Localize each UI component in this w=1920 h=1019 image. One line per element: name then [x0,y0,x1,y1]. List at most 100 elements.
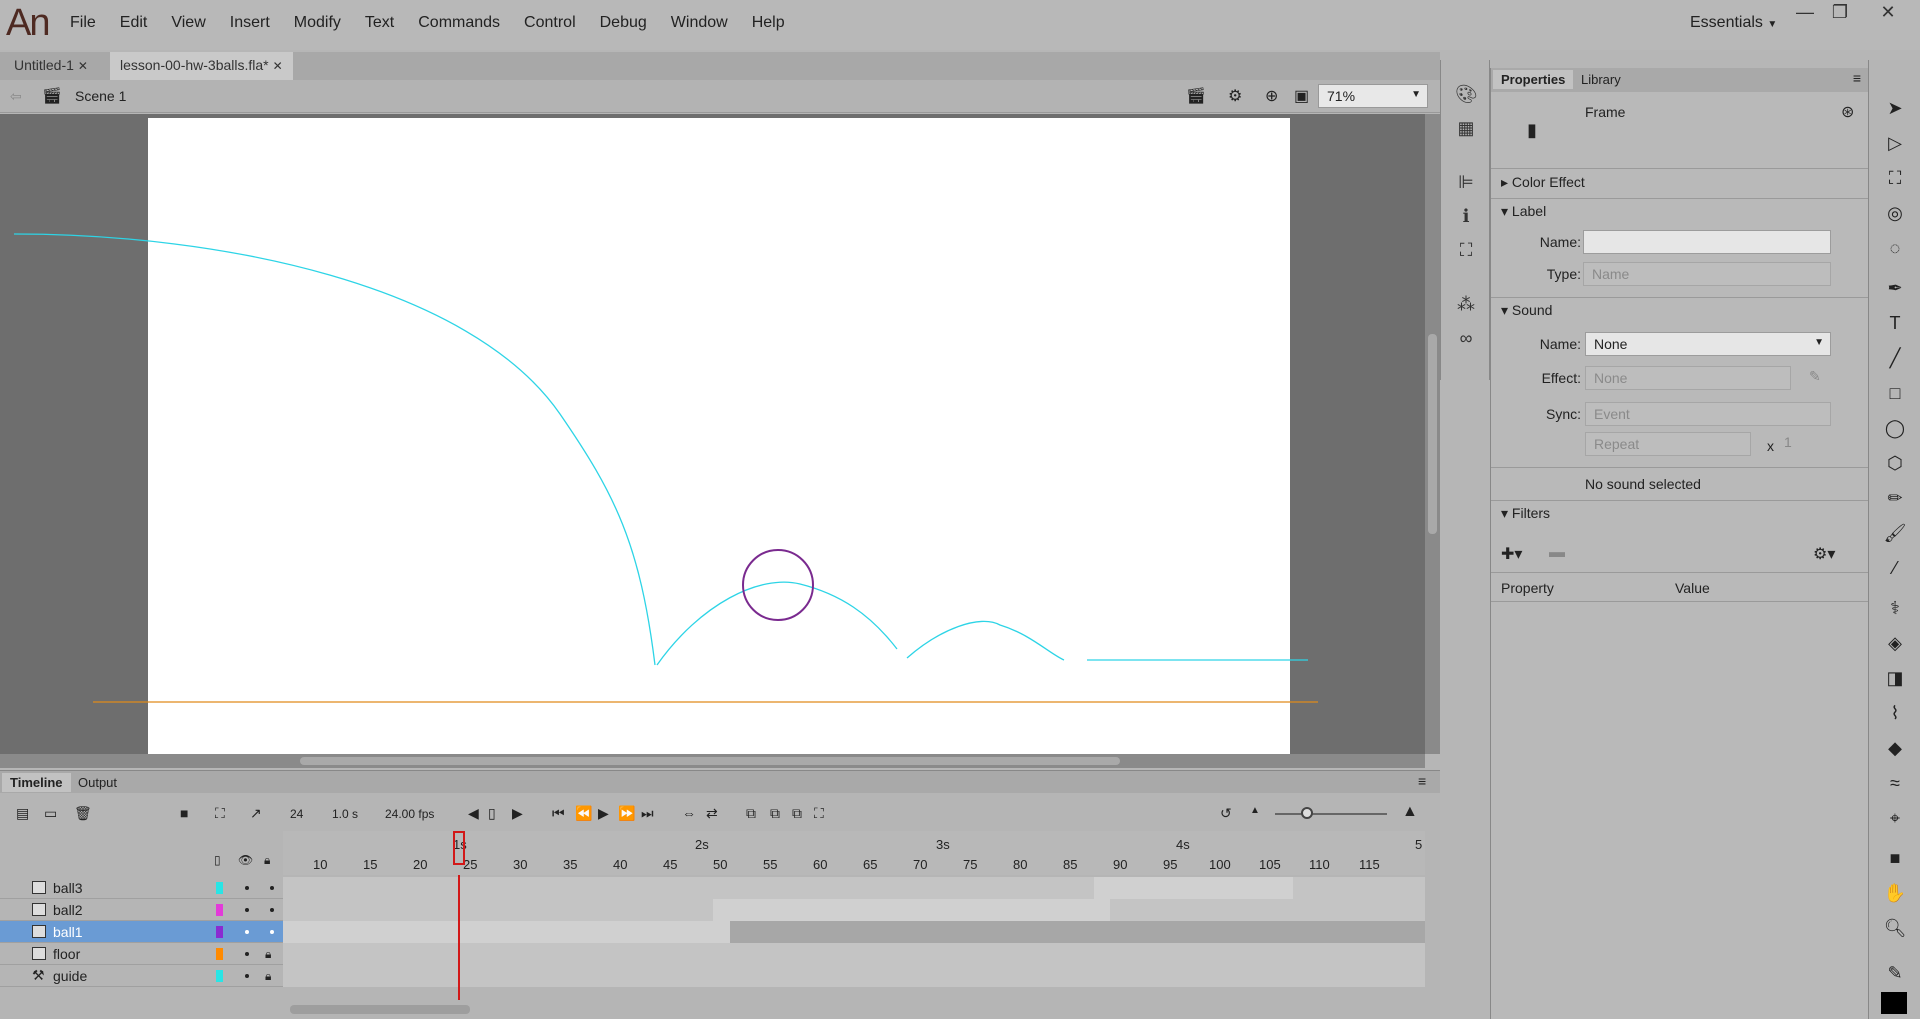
text-tool-icon[interactable]: T [1883,313,1907,337]
edit-symbol-icon[interactable]: ⚙ [1228,86,1242,106]
lock-dot[interactable] [270,886,274,890]
frame-row-guide[interactable] [283,965,1425,987]
lock-icon[interactable]: 🔒︎ [265,969,271,984]
subselection-tool-icon[interactable]: ▷ [1883,133,1907,157]
gear-icon[interactable]: ⚙▾ [1813,544,1835,564]
panel-menu-icon[interactable]: ≡ [1853,70,1861,86]
current-frame[interactable]: 24 [290,807,303,821]
workspace-switcher[interactable]: Essentials ▼ [1690,14,1777,32]
remove-filter-icon[interactable]: ▬ [1549,544,1565,562]
new-folder-icon[interactable]: ▭ [44,805,57,822]
layer-color-swatch[interactable] [216,882,223,894]
step-forward-icon[interactable]: ⏩ [618,805,635,822]
section-label[interactable]: ▾ Label [1501,203,1546,220]
rectangle-tool-icon[interactable]: □ [1883,383,1907,407]
layer-name[interactable]: floor [53,946,80,962]
playhead[interactable] [458,875,460,1000]
horizontal-scrollbar[interactable] [0,754,1425,768]
edit-multiple-icon[interactable]: ⧉ [792,805,802,822]
align-icon[interactable]: ⊫ [1455,172,1477,194]
panel-menu-icon[interactable]: ≡ [1418,773,1426,789]
lock-dot[interactable] [270,908,274,912]
layer-name[interactable]: ball2 [53,902,83,918]
stroke-color-icon[interactable]: ✎ [1883,963,1907,987]
menu-debug[interactable]: Debug [600,14,647,32]
layer-name[interactable]: ball3 [53,880,83,896]
frame-area[interactable]: 1s 2s 3s 4s 5 10 15 20 25 30 35 40 45 50… [283,831,1425,1001]
frame-row-ball1[interactable] [283,921,1425,943]
filter-col-value[interactable]: Value [1675,580,1710,596]
layer-row-guide[interactable]: ⚒ guide 🔒︎ [0,965,283,987]
camera-tool-icon[interactable]: ■ [1883,848,1907,872]
bone-tool-icon[interactable]: ⚕ [1883,598,1907,622]
pencil-tool-icon[interactable]: ✏ [1883,488,1907,512]
zoom-tool-icon[interactable]: 🔍︎ [1883,918,1907,942]
prev-keyframe-icon[interactable]: ◀ [468,805,479,822]
menu-window[interactable]: Window [671,14,728,32]
menu-modify[interactable]: Modify [294,14,341,32]
visibility-dot[interactable] [245,930,249,934]
selection-tool-icon[interactable]: ➤ [1883,98,1907,122]
zoom-select[interactable]: 71% ▼ [1318,84,1428,108]
vertical-scrollbar[interactable] [1425,114,1440,754]
menu-view[interactable]: View [171,14,205,32]
add-filter-icon[interactable]: ✚▾ [1501,544,1522,564]
lasso-tool-icon[interactable]: ◌ [1883,238,1907,262]
vertical-scroll-thumb[interactable] [1428,334,1437,534]
oval-tool-icon[interactable]: ◯ [1883,418,1907,442]
free-transform-tool-icon[interactable]: ⛶ [1883,168,1907,192]
ink-bottle-tool-icon[interactable]: ◨ [1883,668,1907,692]
tab-library[interactable]: Library [1573,70,1629,89]
menu-commands[interactable]: Commands [418,14,500,32]
close-window-button[interactable]: ✕ [1868,2,1908,24]
doc-tab-lesson[interactable]: lesson-00-hw-3balls.fla* ✕ [110,52,293,80]
tab-output[interactable]: Output [70,773,125,792]
lock-dot[interactable] [270,930,274,934]
minimize-button[interactable]: — [1785,2,1825,24]
tab-timeline[interactable]: Timeline [2,773,71,792]
zoom-slider-track[interactable] [1275,813,1387,815]
frame-row-ball3[interactable] [283,877,1425,899]
width-tool-icon[interactable]: ≈ [1883,773,1907,797]
asset-warp-tool-icon[interactable]: ⌖ [1883,808,1907,832]
sound-name-select[interactable]: None ▼ [1585,332,1831,356]
undo-icon[interactable]: ↺ [1220,805,1232,822]
filter-col-property[interactable]: Property [1501,580,1554,596]
paint-bucket-tool-icon[interactable]: ◈ [1883,633,1907,657]
onion-skin-icon[interactable]: ⧉ [746,805,756,822]
back-arrow-icon[interactable]: ⇦ [10,88,22,105]
center-frame-icon[interactable]: ⇄ [706,805,718,822]
creative-cloud-icon[interactable]: ∞ [1455,328,1477,350]
menu-insert[interactable]: Insert [230,14,270,32]
last-frame-icon[interactable]: ⏭ [641,805,654,822]
step-back-icon[interactable]: ⏪ [575,805,592,822]
layer-row-floor[interactable]: floor 🔒︎ [0,943,283,965]
loop-icon[interactable]: ⇔ [682,805,696,821]
current-time[interactable]: 1.0 s [332,807,358,821]
visibility-dot[interactable] [245,886,249,890]
paint-brush-tool-icon[interactable]: 🖌︎ [1883,523,1907,547]
section-filters[interactable]: ▾ Filters [1501,505,1550,522]
layer-row-ball3[interactable]: ball3 [0,877,283,899]
delete-layer-icon[interactable]: 🗑︎ [74,805,92,822]
fill-color-swatch[interactable] [1881,992,1907,1014]
visibility-dot[interactable] [245,952,249,956]
menu-edit[interactable]: Edit [120,14,148,32]
next-keyframe-icon[interactable]: ▶ [512,805,523,822]
onion-outline-icon[interactable]: ⧉ [770,805,780,822]
maximize-button[interactable]: ❐ [1820,2,1860,24]
visibility-dot[interactable] [245,974,249,978]
doc-tab-untitled[interactable]: Untitled-1 ✕ [4,52,98,80]
help-icon[interactable]: ⊛ [1841,102,1854,122]
frame-row-ball2[interactable] [283,899,1425,921]
lock-icon[interactable]: 🔒︎ [264,853,270,868]
frame-rate[interactable]: 24.00 fps [385,807,434,821]
info-icon[interactable]: ℹ [1455,206,1477,228]
layer-name[interactable]: guide [53,968,87,984]
insert-keyframe-icon[interactable]: ▯ [488,805,496,822]
transform-icon[interactable]: ⛶ [1455,240,1477,262]
menu-control[interactable]: Control [524,14,576,32]
layer-row-ball2[interactable]: ball2 [0,899,283,921]
frame-row-floor[interactable] [283,943,1425,965]
lock-icon[interactable]: 🔒︎ [265,947,271,962]
